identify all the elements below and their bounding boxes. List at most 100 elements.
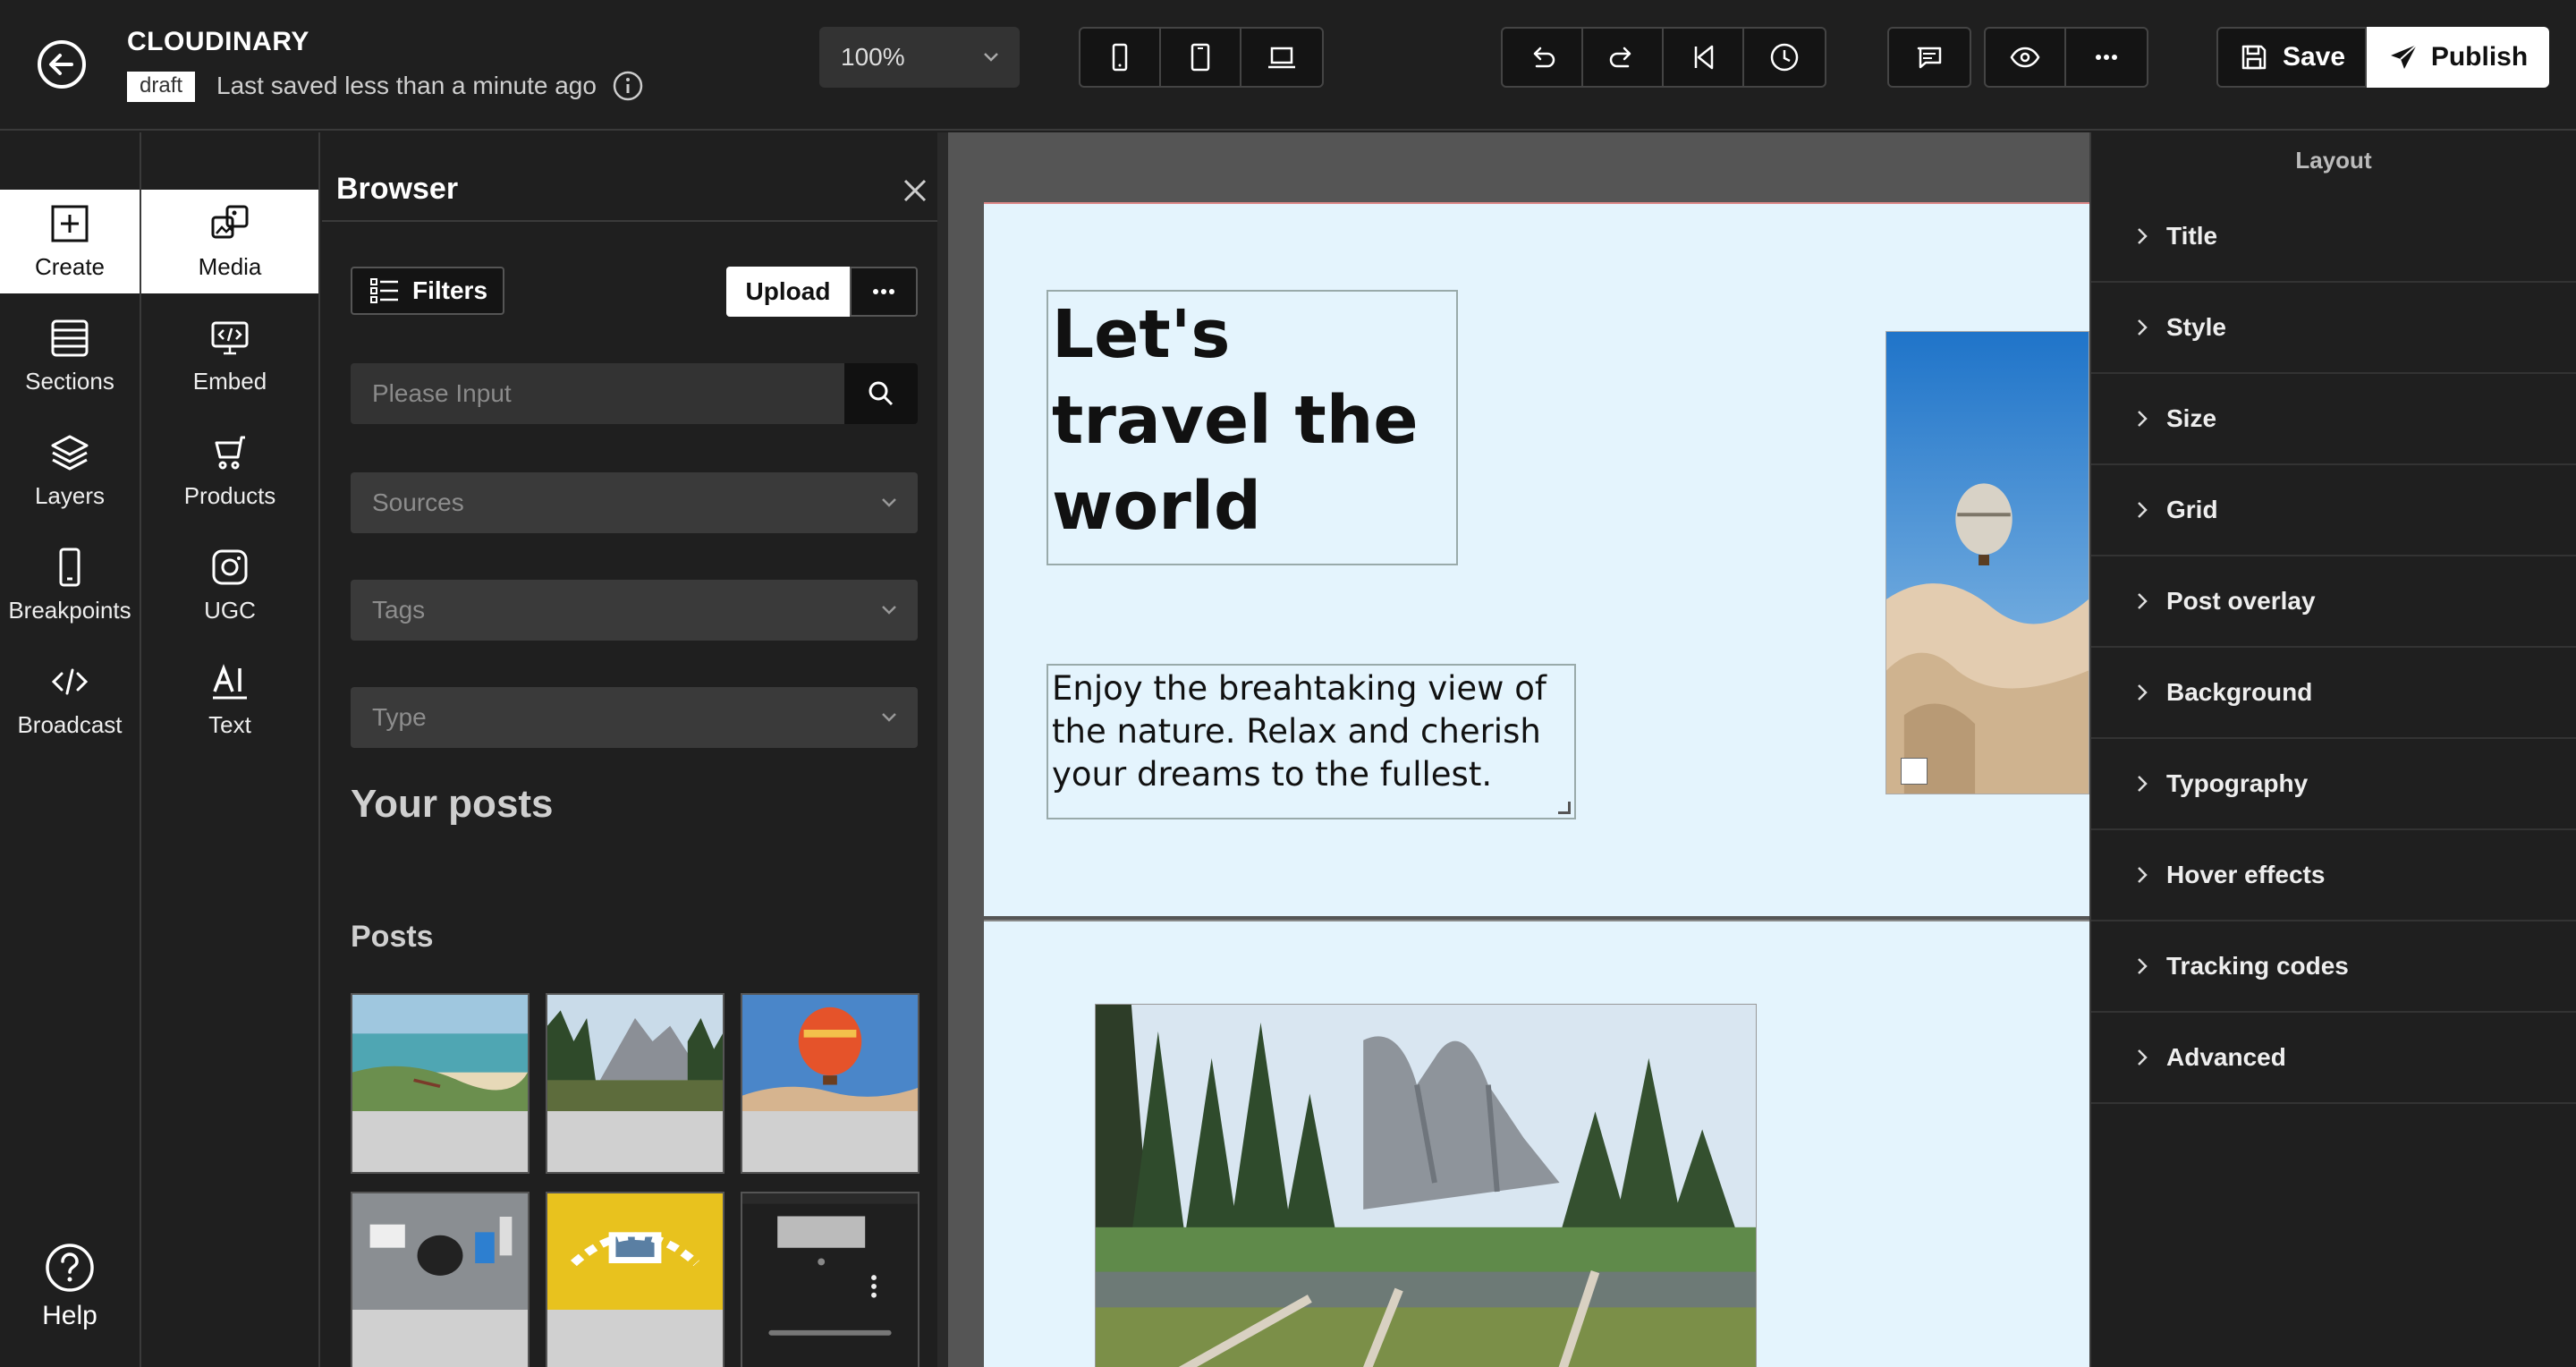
layout-panel-title: Layout (2295, 147, 2372, 174)
clock-icon (1770, 43, 1799, 72)
chevron-down-icon (882, 713, 896, 722)
history-button[interactable] (1744, 29, 1825, 86)
dropdown-label: Tags (372, 596, 426, 624)
sidebar-item-layers[interactable]: Layers (0, 419, 140, 522)
sections-icon (51, 319, 89, 356)
back-arrow-icon (38, 40, 86, 89)
more-horizontal-icon (873, 289, 894, 294)
accordion-label: Title (2166, 222, 2218, 250)
sidebar-item-sections[interactable]: Sections (0, 304, 140, 408)
back-button[interactable] (36, 38, 88, 90)
undo-button[interactable] (1503, 29, 1583, 86)
zoom-select[interactable]: 100% (819, 27, 1020, 88)
comments-button[interactable] (1889, 29, 1970, 86)
undo-icon (1533, 47, 1555, 68)
chevron-right-icon (2138, 867, 2148, 883)
accordion-background[interactable]: Background (2091, 648, 2576, 739)
type-dropdown[interactable]: Type (351, 687, 918, 748)
sidebar-item-label: Breakpoints (8, 596, 131, 624)
filters-button[interactable]: Filters (351, 267, 504, 315)
save-label: Save (2282, 42, 2346, 72)
reset-button[interactable] (1664, 29, 1744, 86)
help-button[interactable]: Help (0, 1224, 140, 1349)
sidebar-item-media[interactable]: Media (141, 190, 318, 293)
sidebar-item-broadcast[interactable]: Broadcast (0, 648, 140, 751)
beach-image (352, 995, 528, 1111)
phone-icon (59, 548, 80, 586)
comments-group (1887, 27, 1971, 88)
sidebar-item-text[interactable]: Text (141, 648, 318, 751)
tablet-view-button[interactable] (1161, 29, 1241, 86)
post-thumbnail[interactable] (741, 1192, 919, 1367)
posts-heading: Posts (351, 920, 434, 954)
publish-button[interactable]: Publish (2367, 27, 2549, 88)
info-icon[interactable] (612, 70, 644, 102)
paper-plane-icon (2390, 44, 2418, 69)
search-button[interactable] (844, 363, 918, 424)
post-thumbnail[interactable] (546, 993, 724, 1174)
section-image[interactable] (1095, 1004, 1757, 1367)
chevron-right-icon (2138, 228, 2148, 244)
desktop-view-button[interactable] (1241, 29, 1322, 86)
sidebar-item-label: Layers (34, 481, 106, 509)
search-input[interactable] (351, 363, 844, 424)
save-button[interactable]: Save (2216, 27, 2367, 88)
sidebar-item-ugc[interactable]: UGC (141, 533, 318, 637)
post-thumbnail[interactable] (351, 993, 530, 1174)
post-thumbnail[interactable] (546, 1192, 724, 1367)
accordion-label: Background (2166, 678, 2313, 706)
mobile-view-button[interactable] (1080, 29, 1161, 86)
sidebar-item-label: Broadcast (17, 710, 123, 738)
chevron-right-icon (2138, 1049, 2148, 1066)
sidebar-item-products[interactable]: Products (141, 419, 318, 522)
sidebar-item-create[interactable]: Create (0, 190, 140, 293)
comment-icon (1917, 47, 1942, 69)
accordion-label: Advanced (2166, 1043, 2286, 1071)
layout-panel: Layout Title Style Size Grid Post overlay Bac… (2089, 132, 2576, 1367)
post-thumbnail[interactable] (741, 993, 919, 1174)
resize-handle[interactable] (1558, 802, 1571, 814)
accordion-typography[interactable]: Typography (2091, 739, 2576, 830)
accordion-grid[interactable]: Grid (2091, 465, 2576, 556)
chevron-down-icon (882, 606, 896, 615)
redo-button[interactable] (1583, 29, 1664, 86)
filter-list-icon (369, 278, 398, 303)
phone-icon (1112, 43, 1128, 72)
upload-button[interactable]: Upload (726, 267, 850, 317)
chevron-right-icon (2138, 593, 2148, 609)
chevron-right-icon (2138, 684, 2148, 700)
layers-icon (51, 435, 89, 470)
app-screenshot-image (742, 1193, 918, 1367)
balloon-landscape-image (1886, 332, 2089, 794)
accordion-label: Size (2166, 404, 2217, 432)
sidebar-item-label: UGC (204, 596, 256, 624)
hero-subtitle[interactable]: Enjoy the breahtaking view of the nature… (1046, 664, 1576, 819)
sources-dropdown[interactable]: Sources (351, 472, 918, 533)
accordion-advanced[interactable]: Advanced (2091, 1013, 2576, 1104)
tags-dropdown[interactable]: Tags (351, 580, 918, 641)
accordion-label: Grid (2166, 496, 2218, 523)
hero-subtitle-text: Enjoy the breahtaking view of the nature… (1052, 669, 1546, 794)
post-thumbnail[interactable] (351, 1192, 530, 1367)
accordion-size[interactable]: Size (2091, 374, 2576, 465)
floppy-disk-icon (2241, 45, 2267, 70)
accordion-hover-effects[interactable]: Hover effects (2091, 830, 2576, 921)
sidebar-item-embed[interactable]: Embed (141, 304, 318, 408)
upload-more-button[interactable] (850, 267, 918, 317)
accordion-label: Typography (2166, 769, 2309, 797)
dropdown-label: Type (372, 703, 427, 731)
accordion-label: Tracking codes (2166, 952, 2349, 980)
text-ai-icon (213, 663, 247, 699)
accordion-post-overlay[interactable]: Post overlay (2091, 556, 2576, 648)
hero-title[interactable]: Let's travel the world together! (1046, 290, 1458, 565)
hero-image[interactable] (1885, 331, 2089, 794)
close-icon[interactable] (902, 177, 928, 204)
preview-button[interactable] (1986, 29, 2066, 86)
accordion-title[interactable]: Title (2091, 191, 2576, 283)
more-options-button[interactable] (2066, 29, 2147, 86)
flatlay-products-image (352, 1193, 528, 1310)
accordion-style[interactable]: Style (2091, 283, 2576, 374)
sidebar-item-breakpoints[interactable]: Breakpoints (0, 533, 140, 637)
accordion-tracking-codes[interactable]: Tracking codes (2091, 921, 2576, 1013)
crop-icon[interactable] (1901, 758, 1928, 785)
